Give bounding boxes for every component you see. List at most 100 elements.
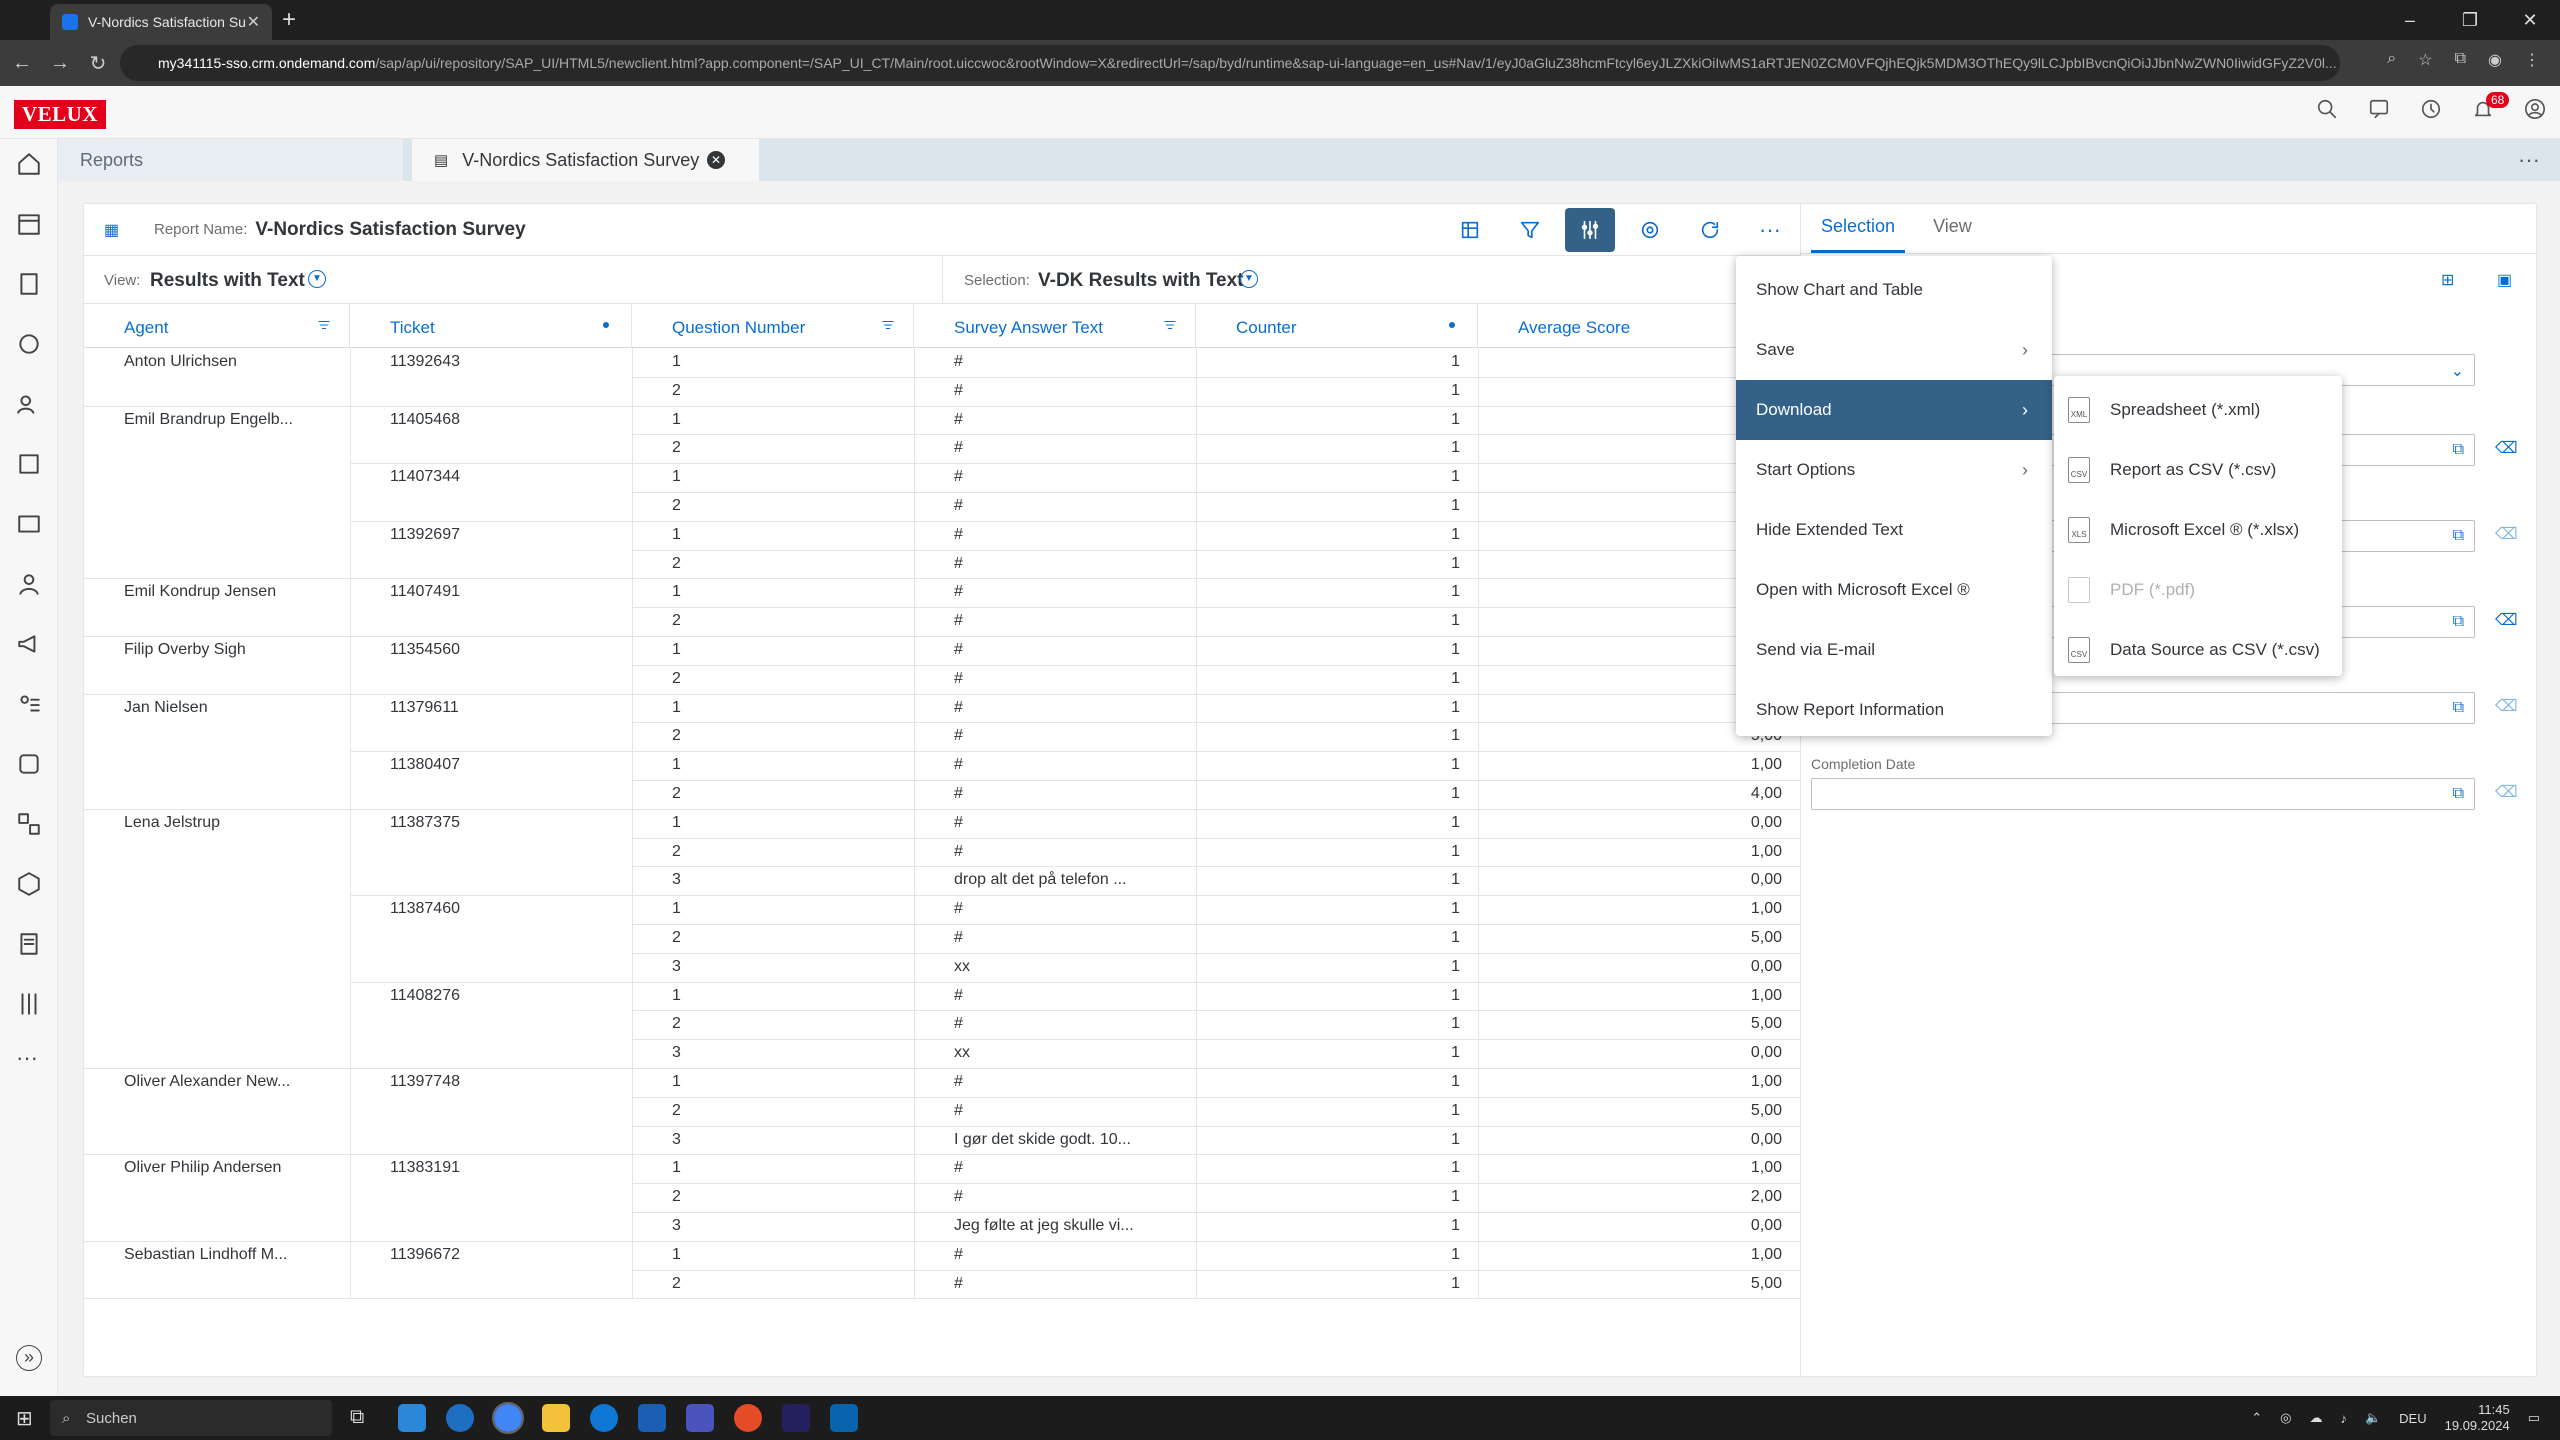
column-header-agent[interactable]: Agent bbox=[84, 304, 350, 348]
adjust-icon[interactable] bbox=[16, 991, 42, 1017]
back-icon[interactable]: ← bbox=[6, 52, 38, 75]
download-option-data-source-as-csv-csv[interactable]: CSV Data Source as CSV (*.csv) bbox=[2054, 620, 2342, 680]
zoom-icon[interactable]: ⌕ bbox=[2387, 50, 2396, 70]
value-help-icon[interactable]: ⧉ bbox=[2453, 441, 2464, 459]
column-header-survey-answer-text[interactable]: Survey Answer Text bbox=[914, 304, 1196, 348]
table-row[interactable]: Lena Jelstrup 11387375 1 #1 0,00 bbox=[84, 809, 1800, 838]
menu-item-save[interactable]: Save › bbox=[1736, 320, 2052, 380]
home-icon[interactable] bbox=[16, 151, 42, 177]
team-icon[interactable] bbox=[16, 691, 42, 717]
save-selection-icon[interactable]: ▣ bbox=[2497, 270, 2512, 290]
profile-icon[interactable]: ◉ bbox=[2488, 50, 2502, 70]
table-row[interactable]: 2 #1 1,00 bbox=[84, 838, 1800, 867]
new-tab-button[interactable]: + bbox=[282, 6, 296, 34]
manage-selection-icon[interactable]: ⊞ bbox=[2441, 270, 2454, 290]
app-icon-chrome[interactable] bbox=[492, 1402, 524, 1434]
app-icon-edge[interactable] bbox=[446, 1404, 474, 1432]
table-view-icon[interactable]: ▦ bbox=[104, 220, 119, 240]
app-icon-explorer[interactable] bbox=[542, 1404, 570, 1432]
headset-icon[interactable]: ◎ bbox=[2280, 1410, 2291, 1426]
table-row[interactable]: 2#11,0 bbox=[84, 377, 1800, 406]
clear-filter-icon[interactable]: ⌫ bbox=[2495, 438, 2518, 458]
windows-start-icon[interactable]: ⊞ bbox=[16, 1406, 33, 1431]
close-tab-button[interactable]: ✕ bbox=[707, 151, 725, 169]
table-row[interactable]: 11408276 1 #1 1,00 bbox=[84, 982, 1800, 1011]
tray-chevron-icon[interactable]: ⌃ bbox=[2251, 1410, 2262, 1426]
column-header-counter[interactable]: Counter bbox=[1196, 304, 1478, 348]
app-icon-app3[interactable] bbox=[782, 1404, 810, 1432]
table-row[interactable]: 3 drop alt det på telefon ... 1 0,00 bbox=[84, 866, 1800, 895]
table-row[interactable]: 2 #1 5,00 bbox=[84, 1010, 1800, 1039]
overflow-icon[interactable]: ··· bbox=[2518, 147, 2540, 173]
table-row[interactable]: 2#15,0 bbox=[84, 434, 1800, 463]
filter-button[interactable] bbox=[1500, 208, 1560, 252]
browser-tab[interactable]: V-Nordics Satisfaction Survey - ✕ bbox=[50, 4, 272, 40]
table-row[interactable]: Emil Brandrup Engelb...114054681#11,0 bbox=[84, 406, 1800, 435]
table-row[interactable]: 2#15,0 bbox=[84, 607, 1800, 636]
download-option-spreadsheet-xml[interactable]: XML Spreadsheet (*.xml) bbox=[2054, 380, 2342, 440]
personalize-button[interactable] bbox=[1620, 208, 1680, 252]
close-tab-icon[interactable]: ✕ bbox=[247, 12, 260, 32]
selection-dropdown-icon[interactable]: ▼ bbox=[1240, 270, 1258, 288]
more-actions-button[interactable]: ··· bbox=[1740, 208, 1800, 252]
menu-item-show-chart-and-table[interactable]: Show Chart and Table bbox=[1736, 260, 2052, 320]
table-row[interactable]: Oliver Alexander New... 11397748 1 #1 1,00 bbox=[84, 1068, 1800, 1097]
marketing-megaphone-icon[interactable] bbox=[16, 631, 42, 657]
column-header-ticket[interactable]: Ticket bbox=[350, 304, 632, 348]
value-help-icon[interactable]: ⧉ bbox=[2453, 613, 2464, 631]
task-view-icon[interactable]: ⧉ bbox=[350, 1406, 364, 1429]
speaker-icon[interactable]: 🔈 bbox=[2365, 1410, 2381, 1426]
language-indicator[interactable]: DEU bbox=[2399, 1411, 2426, 1426]
search-icon[interactable] bbox=[2316, 98, 2338, 120]
menu-item-download[interactable]: Download › bbox=[1736, 380, 2052, 440]
minimize-button[interactable]: – bbox=[2380, 0, 2440, 40]
table-row[interactable]: 2 #1 5,00 bbox=[84, 1097, 1800, 1126]
table-row[interactable]: 3 I gør det skide godt. 10... 1 0,00 bbox=[84, 1126, 1800, 1155]
table-row[interactable]: 2 #1 5,00 bbox=[84, 924, 1800, 953]
bookmark-star-icon[interactable]: ☆ bbox=[2418, 50, 2432, 70]
clear-filter-icon[interactable]: ⌫ bbox=[2495, 524, 2518, 544]
forward-icon[interactable]: → bbox=[44, 52, 76, 75]
menu-item-hide-extended-text[interactable]: Hide Extended Text bbox=[1736, 500, 2052, 560]
table-row[interactable]: 3 Jeg følte at jeg skulle vi... 1 0,00 bbox=[84, 1212, 1800, 1241]
column-header-question-number[interactable]: Question Number bbox=[632, 304, 914, 348]
table-row[interactable]: 2 #1 5,00 bbox=[84, 1270, 1800, 1299]
feedback-icon[interactable] bbox=[2368, 98, 2390, 120]
user-avatar-icon[interactable] bbox=[2524, 98, 2546, 120]
table-row[interactable]: 3 xx 1 0,00 bbox=[84, 1039, 1800, 1068]
accounts-icon[interactable] bbox=[16, 451, 42, 477]
refresh-button[interactable] bbox=[1680, 208, 1740, 252]
tab-selection[interactable]: Selection bbox=[1811, 204, 1906, 253]
download-option-microsoft-excel-xlsx[interactable]: XLS Microsoft Excel ® (*.xlsx) bbox=[2054, 500, 2342, 560]
contacts-icon[interactable] bbox=[16, 511, 42, 537]
reports-icon[interactable] bbox=[16, 931, 42, 957]
tab-view[interactable]: View bbox=[1923, 204, 1982, 253]
table-row[interactable]: 2 #1 2,00 bbox=[84, 1183, 1800, 1212]
value-help-icon[interactable]: ⧉ bbox=[2453, 527, 2464, 545]
menu-item-send-via-e-mail[interactable]: Send via E-mail bbox=[1736, 620, 2052, 680]
menu-item-show-report-information[interactable]: Show Report Information bbox=[1736, 680, 2052, 740]
taskbar-search[interactable]: ⌕ Suchen bbox=[50, 1400, 332, 1436]
mic-icon[interactable]: ♪ bbox=[2340, 1411, 2347, 1426]
cloud-icon[interactable]: ☁ bbox=[2309, 1410, 2322, 1426]
more-icon[interactable]: ··· bbox=[16, 1045, 42, 1071]
app-icon-app2[interactable] bbox=[734, 1404, 762, 1432]
customers-icon[interactable] bbox=[16, 391, 42, 417]
notification-center-icon[interactable]: ▭ bbox=[2528, 1410, 2540, 1426]
table-row[interactable]: 2#15,0 bbox=[84, 492, 1800, 521]
notifications-button[interactable]: 68 bbox=[2472, 92, 2510, 120]
table-row[interactable]: Sebastian Lindhoff M... 11396672 1 #1 1,00 bbox=[84, 1241, 1800, 1270]
extensions-icon[interactable]: ⧉ bbox=[2455, 50, 2466, 70]
service-icon[interactable] bbox=[16, 331, 42, 357]
app-icon-outlook[interactable] bbox=[830, 1404, 858, 1432]
table-row[interactable]: 113926971#11,0 bbox=[84, 521, 1800, 550]
menu-item-start-options[interactable]: Start Options › bbox=[1736, 440, 2052, 500]
url-field[interactable]: my341115-sso.crm.ondemand.com/sap/ap/ui/… bbox=[120, 45, 2340, 81]
clear-filter-icon[interactable]: ⌫ bbox=[2495, 696, 2518, 716]
analytics-icon[interactable] bbox=[16, 811, 42, 837]
completion-date-field[interactable]: ⧉ bbox=[1811, 778, 2475, 810]
table-row[interactable]: 2 #1 4,00 bbox=[84, 780, 1800, 809]
table-row[interactable]: 11387460 1 #1 1,00 bbox=[84, 895, 1800, 924]
table-row[interactable]: Emil Kondrup Jensen114074911#11,0 bbox=[84, 578, 1800, 607]
app-icon-app[interactable] bbox=[638, 1404, 666, 1432]
